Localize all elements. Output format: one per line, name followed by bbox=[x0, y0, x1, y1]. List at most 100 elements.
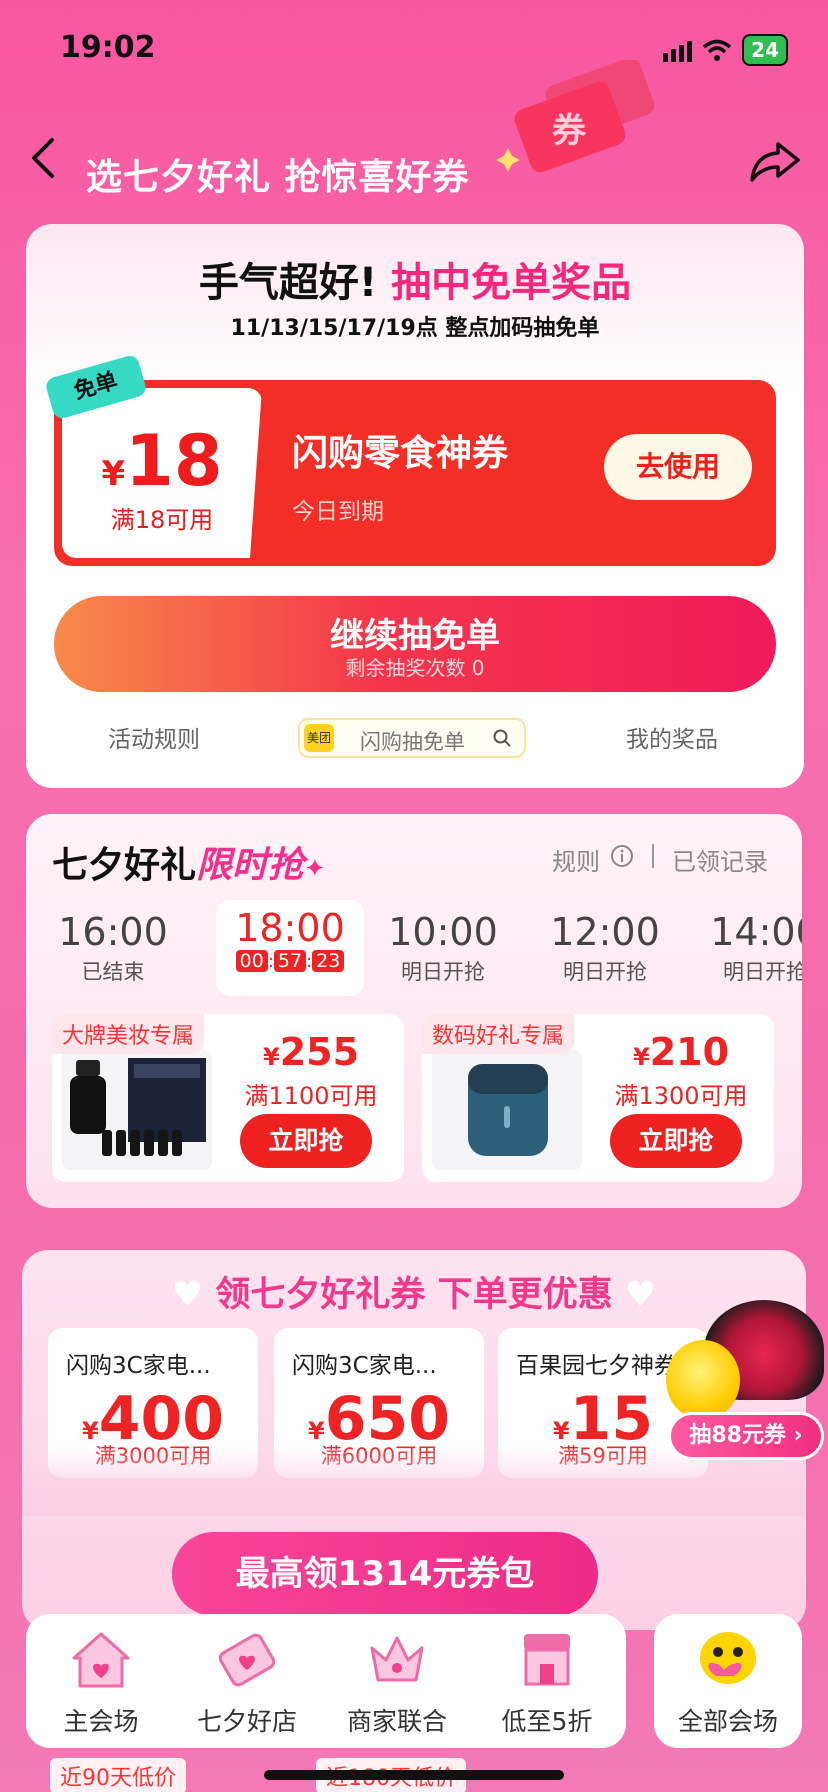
coupon-value-panel: ¥18 满18可用 bbox=[62, 388, 262, 558]
nav-label: 七夕好店 bbox=[196, 1707, 297, 1736]
search-text: 闪购抽免单 bbox=[360, 730, 465, 754]
nav-item-half-price[interactable]: 低至5折 bbox=[472, 1614, 622, 1748]
nav-label: 主会场 bbox=[63, 1707, 139, 1736]
coupon-amount-value: 18 bbox=[125, 420, 223, 502]
search-box[interactable]: 美团 闪购抽免单 bbox=[298, 718, 526, 758]
status-time: 19:02 bbox=[60, 30, 156, 65]
coupon-stack-decoration: 券 bbox=[496, 60, 655, 173]
heart-icon: ♥ bbox=[171, 1275, 216, 1315]
headline-highlight: 抽中免单奖品 bbox=[391, 260, 632, 306]
info-icon[interactable] bbox=[610, 844, 634, 868]
nav-label: 全部会场 bbox=[677, 1707, 778, 1736]
activity-rules-link[interactable]: 活动规则 bbox=[108, 720, 200, 754]
nav-label: 商家联合 bbox=[346, 1707, 447, 1736]
divider bbox=[652, 844, 654, 868]
crown-icon bbox=[370, 1636, 424, 1682]
mascot-icon bbox=[700, 1632, 756, 1684]
meituan-badge: 美团 bbox=[304, 724, 334, 752]
flash-rules-link[interactable]: 规则 bbox=[552, 842, 600, 877]
currency-symbol: ¥ bbox=[101, 454, 126, 494]
battery-indicator: 24 bbox=[742, 34, 788, 66]
amount-value: 255 bbox=[279, 1030, 360, 1074]
heart-icon: ♥ bbox=[612, 1275, 657, 1315]
nav-item-main-venue[interactable]: 主会场 bbox=[26, 1614, 176, 1748]
flash-title-prefix: 七夕好礼 bbox=[52, 845, 197, 886]
search-icon bbox=[493, 729, 511, 747]
slot-clip: 14:00 明日开抢 bbox=[692, 814, 802, 1014]
product-image bbox=[432, 1050, 582, 1170]
product-amount: ¥255 bbox=[216, 1030, 406, 1074]
use-coupon-button[interactable]: 去使用 bbox=[604, 434, 752, 500]
page-title: 选七夕好礼 抢惊喜好券 bbox=[86, 157, 470, 198]
draw-button-label: 继续抽免单 bbox=[330, 616, 500, 656]
product-condition: 满1300可用 bbox=[614, 1082, 748, 1110]
claim-coupon-pack-button[interactable]: 最高领1314元券包 bbox=[172, 1532, 598, 1616]
home-indicator[interactable] bbox=[264, 1770, 564, 1780]
countdown: 00:57:23 bbox=[216, 950, 364, 972]
lottery-card: 手气超好! 抽中免单奖品 11/13/15/17/19点 整点加码抽免单 ¥18… bbox=[26, 224, 804, 788]
continue-draw-button[interactable]: 继续抽免单 剩余抽奖次数 0 bbox=[54, 596, 776, 692]
coupons-title-text: 领七夕好礼券 下单更优惠 bbox=[215, 1275, 613, 1315]
wifi-icon bbox=[703, 39, 732, 61]
product-image bbox=[62, 1050, 212, 1170]
time-slot-active[interactable]: 18:00 00:57:23 bbox=[216, 900, 364, 996]
time-slot[interactable]: 14:00 明日开抢 bbox=[692, 910, 802, 986]
share-icon[interactable] bbox=[748, 136, 802, 186]
back-icon[interactable] bbox=[26, 136, 62, 180]
nav-label: 低至5折 bbox=[501, 1707, 593, 1736]
product-amount: ¥210 bbox=[586, 1030, 776, 1074]
coupon-name: 闪购3C家电... bbox=[292, 1353, 437, 1379]
coupon-name: 闪购零食神券 bbox=[292, 433, 509, 474]
flash-sale-card: 七夕好礼限时抢✦ 规则 已领记录 16:00 已结束 18:00 00:57:2… bbox=[26, 814, 802, 1208]
remaining-draws: 剩余抽奖次数 0 bbox=[345, 656, 485, 680]
floating-draw-widget[interactable]: 抽88元券 › bbox=[664, 1300, 828, 1460]
house-icon bbox=[72, 1632, 130, 1688]
slot-time: 16:00 bbox=[58, 910, 168, 954]
coupon-amount: ¥18 bbox=[62, 420, 262, 502]
slot-status: 明日开抢 bbox=[563, 960, 647, 984]
low-price-tag: 近90天低价 bbox=[50, 1758, 186, 1792]
draw-88-coupon-button[interactable]: 抽88元券 › bbox=[668, 1412, 824, 1460]
grab-now-button[interactable]: 立即抢 bbox=[610, 1114, 742, 1168]
slot-status: 明日开抢 bbox=[401, 960, 485, 984]
nav-item-merchant-union[interactable]: 商家联合 bbox=[322, 1614, 472, 1748]
ticket-heart-icon bbox=[218, 1633, 276, 1687]
lottery-headline: 手气超好! 抽中免单奖品 bbox=[26, 250, 804, 308]
headline-prefix: 手气超好! bbox=[198, 260, 378, 306]
nav-item-all-venues[interactable]: 全部会场 bbox=[654, 1614, 802, 1748]
deco-text: 券 bbox=[552, 111, 587, 151]
my-prizes-link[interactable]: 我的奖品 bbox=[626, 720, 718, 754]
time-slot[interactable]: 16:00 已结束 bbox=[38, 910, 188, 986]
slot-status: 明日开抢 bbox=[723, 960, 802, 984]
slot-time: 14:00 bbox=[710, 910, 802, 954]
coupon-condition: 满18可用 bbox=[110, 506, 214, 534]
flash-title: 七夕好礼限时抢✦ bbox=[52, 836, 326, 888]
flash-title-highlight: 限时抢 bbox=[196, 845, 305, 886]
flash-product-card[interactable]: 大牌美妆专属 ¥255 满1100可用 立即抢 bbox=[52, 1014, 404, 1182]
product-tag: 数码好礼专属 bbox=[422, 1014, 575, 1054]
amount-value: 210 bbox=[649, 1030, 730, 1074]
slot-time: 18:00 bbox=[235, 906, 345, 950]
won-coupon: ¥18 满18可用 免单 闪购零食神券 今日到期 去使用 bbox=[44, 353, 776, 566]
product-condition: 满1100可用 bbox=[244, 1082, 378, 1110]
coupon-expiry: 今日到期 bbox=[292, 499, 384, 525]
lottery-subtitle: 11/13/15/17/19点 整点加码抽免单 bbox=[230, 316, 600, 341]
flash-product-card[interactable]: 数码好礼专属 ¥210 满1300可用 立即抢 bbox=[422, 1014, 774, 1182]
countdown-hours: 00 bbox=[235, 950, 268, 972]
currency-symbol: ¥ bbox=[632, 1043, 650, 1071]
slot-time: 12:00 bbox=[550, 910, 660, 954]
bottom-nav: 主会场 七夕好店 商家联合 低至5折 bbox=[26, 1614, 626, 1748]
time-slot[interactable]: 10:00 明日开抢 bbox=[368, 910, 518, 986]
cellular-signal-icon bbox=[663, 38, 693, 62]
nav-item-qixi-shops[interactable]: 七夕好店 bbox=[172, 1614, 322, 1748]
slot-time: 10:00 bbox=[388, 910, 498, 954]
coupon-name: 百果园七夕神券 bbox=[516, 1353, 677, 1379]
slot-status: 已结束 bbox=[81, 960, 145, 984]
coupon-name: 闪购3C家电... bbox=[66, 1353, 211, 1379]
currency-symbol: ¥ bbox=[262, 1043, 280, 1071]
mascot-icon bbox=[666, 1340, 740, 1420]
shaver-product-icon bbox=[468, 1064, 548, 1156]
product-tag: 大牌美妆专属 bbox=[52, 1014, 205, 1054]
time-slot[interactable]: 12:00 明日开抢 bbox=[530, 910, 680, 986]
grab-now-button[interactable]: 立即抢 bbox=[240, 1114, 372, 1168]
